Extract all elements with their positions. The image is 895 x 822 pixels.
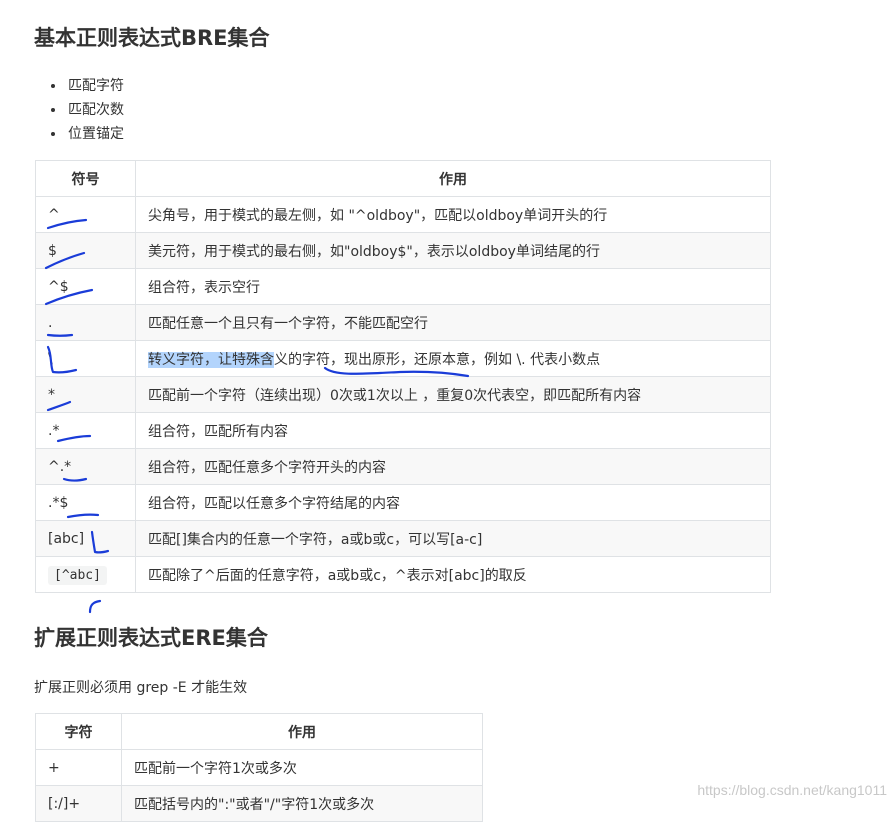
table-row: [:/]+ 匹配括号内的":"或者"/"字符1次或多次 [35,785,483,822]
symbol-cell: [abc] [35,520,136,557]
table-row: * 匹配前一个字符（连续出现）0次或1次以上 ，重复0次代表空，即匹配所有内容 [35,376,771,413]
table-row: ^.* 组合符，匹配任意多个字符开头的内容 [35,448,771,485]
table-row: + 匹配前一个字符1次或多次 [35,749,483,786]
table-row: ^$ 组合符，表示空行 [35,268,771,305]
header-symbol: 符号 [35,160,136,197]
symbol-cell: [:/]+ [35,785,122,822]
bre-bullet-list: 匹配字符 匹配次数 位置锚定 [48,74,124,146]
usage-cell: 匹配括号内的":"或者"/"字符1次或多次 [121,785,483,822]
symbol-cell: [^abc] [35,556,136,593]
table-row: .* 组合符，匹配所有内容 [35,412,771,449]
usage-cell[interactable]: 转义字符，让特殊含义的字符，现出原形，还原本意，例如 \. 代表小数点 [135,340,771,377]
usage-cell: 组合符，匹配所有内容 [135,412,771,449]
table-row: .*$ 组合符，匹配以任意多个字符结尾的内容 [35,484,771,521]
usage-cell: 匹配任意一个且只有一个字符，不能匹配空行 [135,304,771,341]
usage-text: 义的字符，现出原形，还原本意，例如 \. 代表小数点 [274,351,601,368]
symbol-cell: . [35,304,136,341]
header-usage: 作用 [121,713,483,750]
bre-table: 符号 作用 ^ 尖角号，用于模式的最左侧，如 "^oldboy"，匹配以oldb… [35,160,771,593]
watermark: https://blog.csdn.net/kang1011 [697,782,887,798]
usage-cell: 匹配除了^后面的任意字符，a或b或c，^表示对[abc]的取反 [135,556,771,593]
table-row: ^ 尖角号，用于模式的最左侧，如 "^oldboy"，匹配以oldboy单词开头… [35,196,771,233]
ere-section-title: 扩展正则表达式ERE集合 [34,626,268,650]
symbol-cell: ^.* [35,448,136,485]
table-row: [^abc] 匹配除了^后面的任意字符，a或b或c，^表示对[abc]的取反 [35,556,771,593]
symbol-code: [^abc] [48,565,107,585]
ere-table: 字符 作用 + 匹配前一个字符1次或多次 [:/]+ 匹配括号内的":"或者"/… [35,713,483,822]
symbol-cell: $ [35,232,136,269]
document-page: 基本正则表达式BRE集合 匹配字符 匹配次数 位置锚定 符号 作用 ^ 尖角号，… [0,0,895,822]
symbol-cell: .* [35,412,136,449]
symbol-cell: ^$ [35,268,136,305]
selected-text[interactable]: 转义字符，让特殊含 [148,351,274,368]
list-item: 位置锚定 [66,122,124,146]
ink-underline [88,599,102,614]
list-item: 匹配次数 [66,98,124,122]
bre-section-title: 基本正则表达式BRE集合 [34,26,270,50]
symbol-cell: \ [35,340,136,377]
table-row: \ 转义字符，让特殊含义的字符，现出原形，还原本意，例如 \. 代表小数点 [35,340,771,377]
usage-cell: 尖角号，用于模式的最左侧，如 "^oldboy"，匹配以oldboy单词开头的行 [135,196,771,233]
list-item: 匹配字符 [66,74,124,98]
table-row: [abc] 匹配[]集合内的任意一个字符，a或b或c，可以写[a-c] [35,520,771,557]
symbol-cell: ^ [35,196,136,233]
table-row: . 匹配任意一个且只有一个字符，不能匹配空行 [35,304,771,341]
usage-cell: 组合符，匹配以任意多个字符结尾的内容 [135,484,771,521]
ere-note: 扩展正则必须用 grep -E 才能生效 [34,680,248,696]
usage-cell: 匹配[]集合内的任意一个字符，a或b或c，可以写[a-c] [135,520,771,557]
usage-cell: 美元符，用于模式的最右侧，如"oldboy$"，表示以oldboy单词结尾的行 [135,232,771,269]
usage-cell: 组合符，表示空行 [135,268,771,305]
table-row: $ 美元符，用于模式的最右侧，如"oldboy$"，表示以oldboy单词结尾的… [35,232,771,269]
header-usage: 作用 [135,160,771,197]
symbol-cell: + [35,749,122,786]
table-header-row: 符号 作用 [35,160,771,197]
usage-cell: 组合符，匹配任意多个字符开头的内容 [135,448,771,485]
usage-cell: 匹配前一个字符（连续出现）0次或1次以上 ，重复0次代表空，即匹配所有内容 [135,376,771,413]
header-char: 字符 [35,713,122,750]
table-header-row: 字符 作用 [35,713,483,750]
symbol-cell: .*$ [35,484,136,521]
symbol-cell: * [35,376,136,413]
usage-cell: 匹配前一个字符1次或多次 [121,749,483,786]
